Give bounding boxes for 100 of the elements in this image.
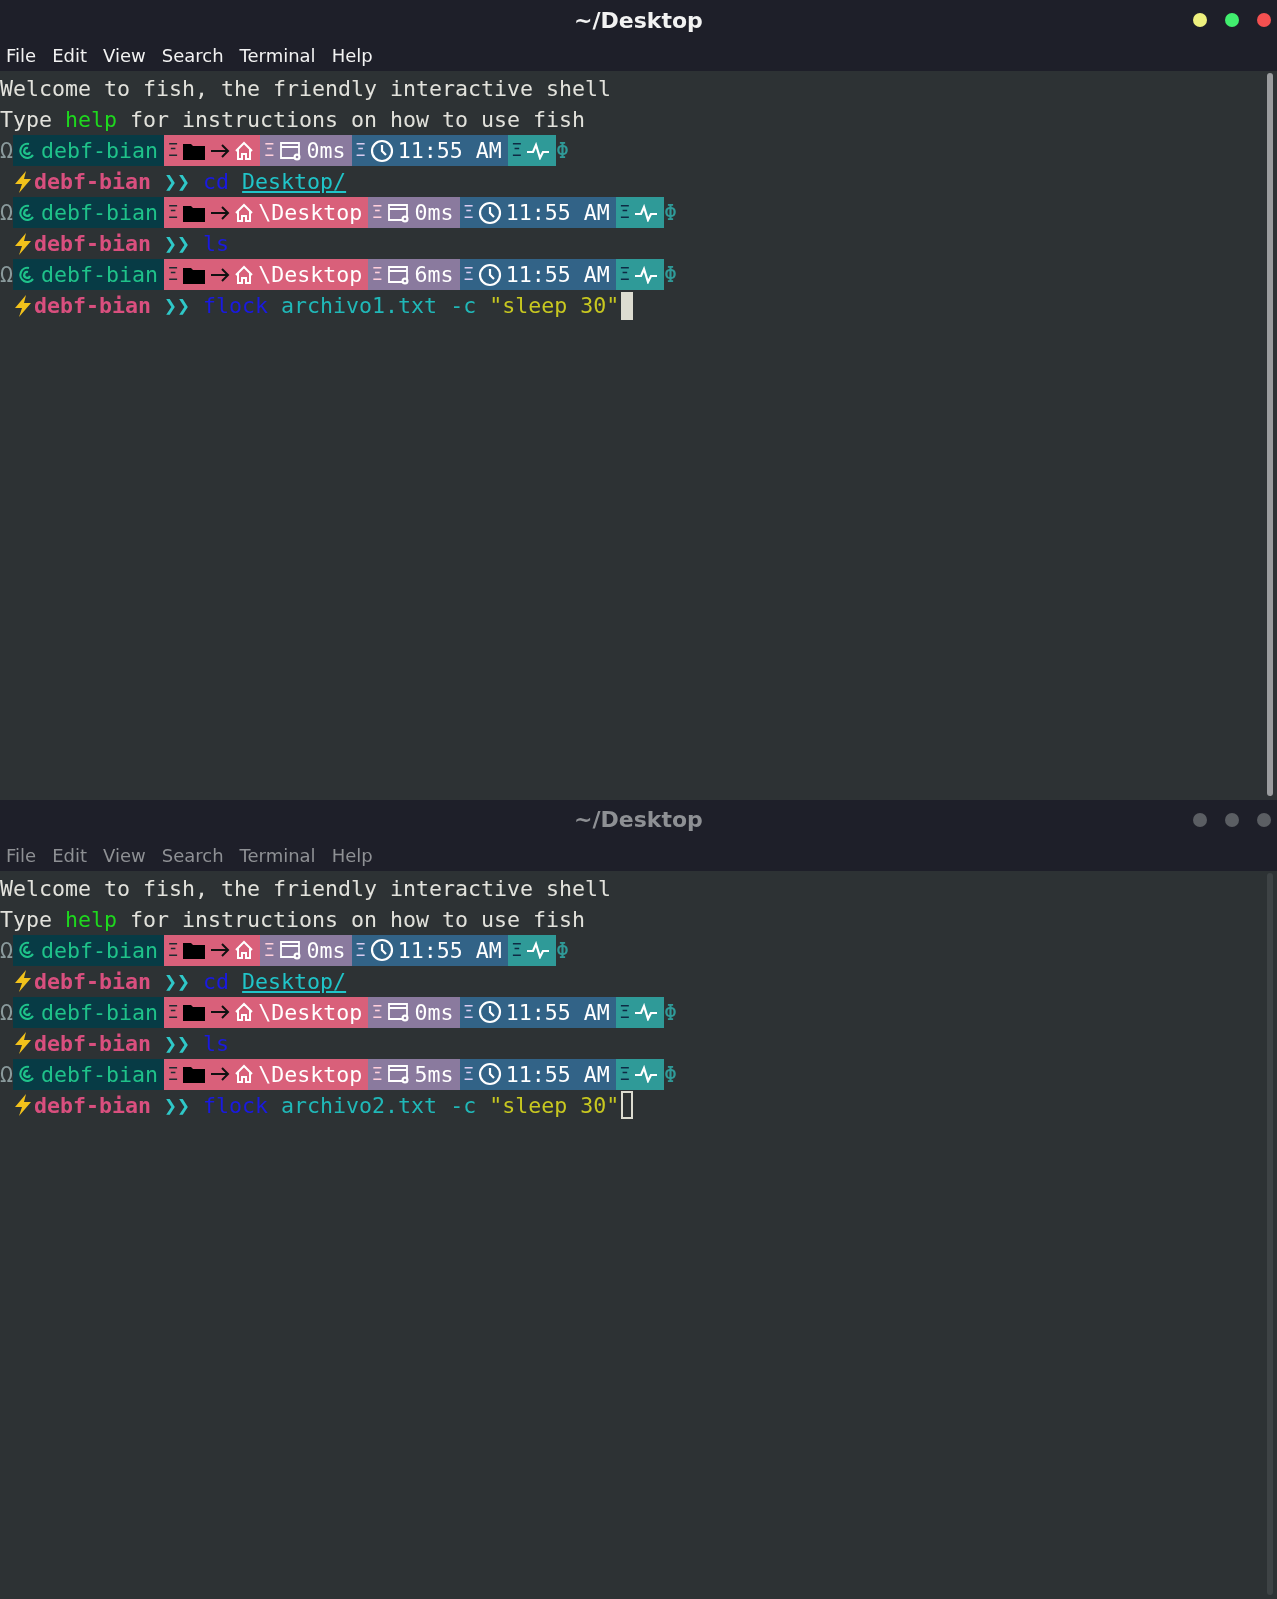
clock-icon	[369, 938, 394, 962]
menu-item[interactable]: Terminal	[239, 844, 316, 866]
separator-glyph: Ξ	[372, 1062, 383, 1086]
path-text: \Desktop	[258, 261, 363, 289]
pulse-icon	[526, 141, 551, 160]
command-argument: Desktop/	[242, 168, 347, 196]
host-name: debf-bian	[41, 137, 159, 165]
separator-glyph: Ξ	[168, 201, 179, 224]
menu-item[interactable]: Edit	[52, 844, 87, 866]
minimize-button[interactable]	[1193, 13, 1207, 27]
prompt-glyph: Ω	[0, 199, 13, 227]
time-text: 11:55 AM	[505, 261, 610, 289]
separator-glyph: Ξ	[463, 1000, 474, 1024]
lightning-icon	[12, 231, 34, 256]
command-name: ls	[203, 1029, 230, 1058]
house-icon	[234, 940, 255, 960]
command-name: cd	[203, 967, 230, 996]
prompt-arrow: ❯❯	[164, 230, 191, 258]
duration-text: 0ms	[414, 998, 454, 1027]
prompt-glyph: Φ	[664, 261, 678, 289]
time-text: 11:55 AM	[397, 137, 502, 165]
maximize-button[interactable]	[1225, 13, 1239, 27]
separator-glyph: Ξ	[168, 139, 179, 162]
prompt-glyph: Ω	[0, 137, 13, 165]
user-name: debf-bian	[34, 1091, 151, 1120]
separator-glyph: Ξ	[619, 263, 631, 286]
arrow-icon	[210, 266, 231, 283]
command-argument: archivo1.txt	[281, 292, 438, 320]
separator-glyph: Ξ	[619, 201, 631, 224]
separator-glyph: Ξ	[463, 1062, 474, 1086]
prompt-glyph: Ω	[0, 1060, 13, 1089]
prompt-glyph: Φ	[664, 998, 678, 1027]
command-argument: archivo2.txt	[281, 1091, 438, 1120]
command-argument: Desktop/	[242, 967, 347, 996]
prompt-arrow: ❯❯	[164, 967, 191, 996]
terminal-text: Welcome to fish, the friendly interactive shell	[0, 874, 612, 903]
separator-glyph: Ξ	[463, 263, 474, 286]
terminal-text: Type help for instructions on how to use fish	[0, 905, 586, 934]
menu-item[interactable]: File	[6, 844, 37, 866]
menu-item[interactable]: File	[6, 45, 37, 66]
menu-item[interactable]: Search	[161, 844, 224, 866]
prompt-arrow: ❯❯	[164, 292, 191, 320]
scrollbar[interactable]	[1267, 73, 1273, 796]
separator-glyph: Ξ	[168, 1000, 179, 1024]
command-argument: -c	[450, 1091, 477, 1120]
lightning-icon	[12, 1031, 34, 1055]
terminal-text: Type help for instructions on how to use fish	[0, 106, 586, 134]
prompt-arrow: ❯❯	[164, 168, 191, 196]
separator-glyph: Ξ	[619, 1062, 631, 1086]
duration-text: 0ms	[306, 936, 346, 965]
lightning-icon	[12, 1093, 34, 1117]
prompt-glyph: Ω	[0, 936, 13, 965]
host-name: debf-bian	[41, 261, 159, 289]
window-gear-icon	[386, 1001, 411, 1023]
window-gear-icon	[386, 1063, 411, 1085]
separator-glyph: Ξ	[355, 139, 366, 162]
swirl-icon	[17, 939, 37, 961]
prompt-glyph: Ω	[0, 261, 13, 289]
menu-item[interactable]: Edit	[52, 45, 87, 66]
menu-item[interactable]: Terminal	[239, 45, 316, 66]
arrow-icon	[210, 204, 231, 221]
user-name: debf-bian	[34, 230, 151, 258]
duration-text: 6ms	[414, 261, 454, 289]
swirl-icon	[17, 1001, 37, 1023]
pulse-icon	[526, 941, 551, 959]
host-name: debf-bian	[41, 199, 159, 227]
path-text: \Desktop	[258, 1060, 363, 1089]
arrow-icon	[210, 1066, 231, 1082]
separator-glyph: Ξ	[355, 938, 366, 962]
menu-item[interactable]: Search	[161, 45, 224, 66]
lightning-icon	[12, 969, 34, 993]
house-icon	[234, 1002, 255, 1022]
command-name: flock	[203, 1091, 269, 1120]
host-name: debf-bian	[41, 936, 159, 965]
house-icon	[234, 202, 255, 223]
separator-glyph: Ξ	[372, 1000, 383, 1024]
separator-glyph: Ξ	[372, 263, 383, 286]
user-name: debf-bian	[34, 1029, 151, 1058]
clock-icon	[477, 262, 502, 287]
pulse-icon	[634, 203, 659, 222]
menu-item[interactable]: View	[103, 844, 146, 866]
menu-item[interactable]: Help	[331, 844, 373, 866]
window-gear-icon	[386, 201, 411, 224]
pulse-icon	[634, 1065, 659, 1083]
arrow-icon	[210, 142, 231, 159]
prompt-glyph: Φ	[664, 1060, 678, 1089]
arrow-icon	[210, 1004, 231, 1020]
command-name: ls	[203, 230, 230, 258]
close-button[interactable]	[1257, 812, 1271, 827]
close-button[interactable]	[1257, 13, 1271, 27]
house-icon	[234, 140, 255, 161]
terminal-text: Welcome to fish, the friendly interactive shell	[0, 75, 612, 103]
menu-item[interactable]: View	[103, 45, 146, 66]
menu-item[interactable]: Help	[331, 45, 373, 66]
duration-text: 0ms	[414, 199, 454, 227]
path-text: \Desktop	[258, 998, 363, 1027]
scrollbar[interactable]	[1267, 872, 1273, 1595]
user-name: debf-bian	[34, 168, 151, 196]
separator-glyph: Ξ	[619, 1000, 631, 1024]
house-icon	[234, 264, 255, 285]
